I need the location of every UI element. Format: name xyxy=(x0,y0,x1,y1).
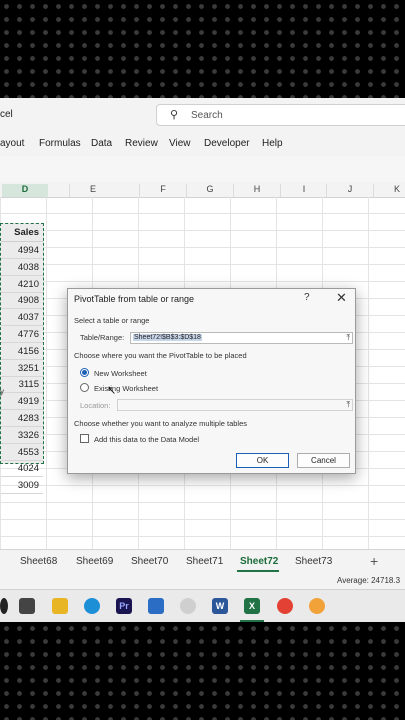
sheet-tab-68[interactable]: Sheet68 xyxy=(20,556,57,567)
windows-taskbar: Pr W X xyxy=(0,589,405,622)
active-tab-indicator xyxy=(237,570,279,572)
location-picker-icon[interactable]: ⤒ xyxy=(346,400,350,410)
table-range-input[interactable]: Sheet72!$B$3:$D$18 ⤒ xyxy=(130,332,353,344)
sales-cell[interactable]: 4156 xyxy=(1,343,43,360)
new-worksheet-radio[interactable] xyxy=(80,368,89,377)
sheet-tab-70[interactable]: Sheet70 xyxy=(131,556,168,567)
table-range-label: Table/Range: xyxy=(80,333,125,342)
sales-cell[interactable]: 3251 xyxy=(1,360,43,377)
pivottable-dialog: PivotTable from table or range ? ✕ Selec… xyxy=(67,288,356,474)
status-bar: Average: 24718.3 xyxy=(0,573,405,589)
menu-help[interactable]: Help xyxy=(262,138,283,149)
sales-cell[interactable]: 4776 xyxy=(1,326,43,343)
app-title: cel xyxy=(0,109,13,120)
column-header-h[interactable]: H xyxy=(233,184,280,197)
video-border-bottom xyxy=(0,622,405,720)
location-input[interactable]: ⤒ xyxy=(117,399,353,411)
ribbon-area xyxy=(0,156,405,183)
mouse-cursor-icon: ↖ xyxy=(107,385,117,397)
sales-cell[interactable]: 4024 xyxy=(1,460,43,478)
store-icon[interactable] xyxy=(148,598,164,614)
existing-worksheet-label[interactable]: Existing Worksheet xyxy=(94,384,158,393)
menu-view[interactable]: View xyxy=(169,138,191,149)
column-header-j[interactable]: J xyxy=(326,184,373,197)
sales-column[interactable]: Sales 4994 4038 4210 4908 4037 4776 4156… xyxy=(0,223,44,495)
ok-button[interactable]: OK xyxy=(236,453,289,468)
chrome-icon[interactable] xyxy=(277,598,293,614)
help-icon[interactable]: ? xyxy=(304,292,310,303)
sheet-tab-72[interactable]: Sheet72 xyxy=(240,556,278,567)
app-icon-2[interactable] xyxy=(309,598,325,614)
select-range-label: Select a table or range xyxy=(74,316,150,325)
multiple-tables-label: Choose whether you want to analyze multi… xyxy=(74,419,248,428)
sales-cell[interactable]: 4038 xyxy=(1,259,43,276)
sales-cell[interactable]: 4283 xyxy=(1,410,43,427)
placement-label: Choose where you want the PivotTable to … xyxy=(74,351,247,360)
column-headers: D E F G H I J K xyxy=(0,182,405,198)
menu-formulas[interactable]: Formulas xyxy=(39,138,81,149)
search-icon: ⚲ xyxy=(170,109,179,121)
column-header-i[interactable]: I xyxy=(280,184,327,197)
column-header-g[interactable]: G xyxy=(186,184,233,197)
sales-cell[interactable]: 4919 xyxy=(1,393,43,411)
file-explorer-icon[interactable] xyxy=(52,598,68,614)
sales-header[interactable]: Sales xyxy=(1,224,43,242)
title-bar: cel ⚲ Search xyxy=(0,98,405,132)
left-cut-text: y xyxy=(0,387,4,396)
sheet-tab-73[interactable]: Sheet73 xyxy=(295,556,332,567)
close-icon[interactable]: ✕ xyxy=(336,290,347,306)
data-model-checkbox[interactable] xyxy=(80,434,89,443)
cancel-button[interactable]: Cancel xyxy=(297,453,350,468)
sheet-tabs-bar: Sheet68 Sheet69 Sheet70 Sheet71 Sheet72 … xyxy=(0,549,405,574)
app-icon[interactable] xyxy=(180,598,196,614)
sales-cell[interactable]: 3115 xyxy=(1,376,43,394)
status-average: Average: 24718.3 xyxy=(337,576,401,585)
column-header-k[interactable]: K xyxy=(373,184,405,197)
column-header-d[interactable]: D xyxy=(2,184,48,197)
column-header-f[interactable]: F xyxy=(139,184,186,197)
sheet-tab-71[interactable]: Sheet71 xyxy=(186,556,223,567)
sales-cell[interactable]: 3009 xyxy=(1,477,43,495)
word-icon[interactable]: W xyxy=(212,598,228,614)
menu-review[interactable]: Review xyxy=(125,138,158,149)
premiere-icon[interactable]: Pr xyxy=(116,598,132,614)
sales-cell[interactable]: 4553 xyxy=(1,444,43,461)
new-worksheet-label[interactable]: New Worksheet xyxy=(94,369,147,378)
menu-data[interactable]: Data xyxy=(91,138,112,149)
add-sheet-button[interactable]: + xyxy=(370,553,378,569)
location-label: Location: xyxy=(80,401,111,410)
sheet-tab-69[interactable]: Sheet69 xyxy=(76,556,113,567)
range-picker-icon[interactable]: ⤒ xyxy=(346,333,350,343)
search-placeholder: Search xyxy=(191,110,223,121)
ribbon-tabs: ayout Formulas Data Review View Develope… xyxy=(0,132,405,156)
sales-cell[interactable]: 4994 xyxy=(1,242,43,259)
sales-cell[interactable]: 3326 xyxy=(1,427,43,444)
table-range-value: Sheet72!$B$3:$D$18 xyxy=(133,334,202,341)
sales-cell[interactable]: 4037 xyxy=(1,309,43,327)
menu-page-layout[interactable]: ayout xyxy=(0,138,24,149)
menu-developer[interactable]: Developer xyxy=(204,138,250,149)
edge-icon[interactable] xyxy=(84,598,100,614)
column-header-e[interactable]: E xyxy=(69,184,116,197)
video-border-top xyxy=(0,0,405,98)
data-model-label[interactable]: Add this data to the Data Model xyxy=(94,435,199,444)
sales-cell[interactable]: 4908 xyxy=(1,292,43,310)
excel-icon[interactable]: X xyxy=(244,598,260,614)
existing-worksheet-radio[interactable] xyxy=(80,383,89,392)
dialog-title: PivotTable from table or range xyxy=(74,294,195,304)
task-view-icon[interactable] xyxy=(19,598,35,614)
sales-cell[interactable]: 4210 xyxy=(1,276,43,293)
search-box[interactable]: ⚲ Search xyxy=(156,104,405,126)
start-icon[interactable] xyxy=(0,598,8,614)
